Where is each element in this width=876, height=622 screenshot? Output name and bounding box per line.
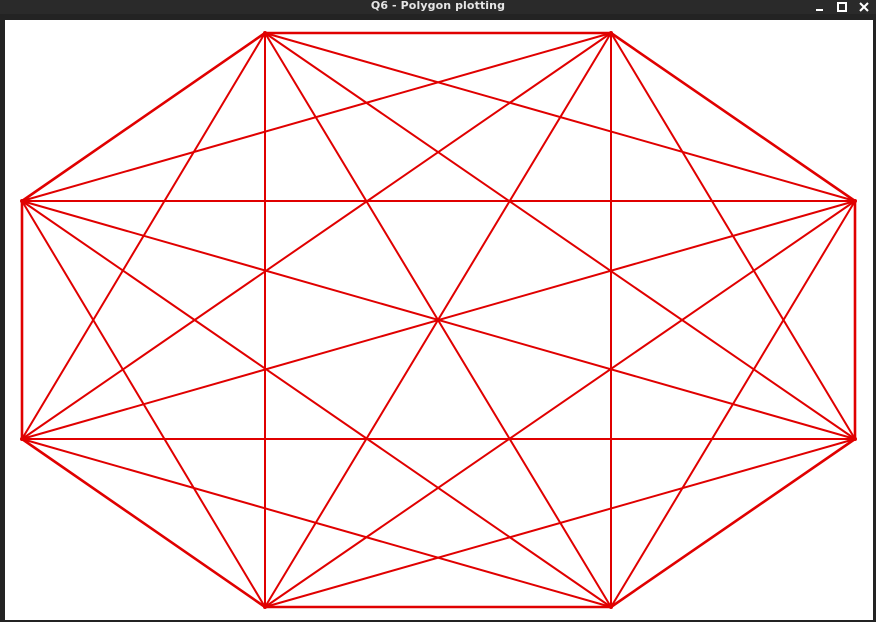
polygon-vertex-6 <box>20 437 24 441</box>
window-controls <box>814 0 870 14</box>
maximize-icon[interactable] <box>836 1 848 13</box>
window-title: Q6 - Polygon plotting <box>370 0 506 12</box>
polygon-edge-0-7 <box>20 31 267 203</box>
polygon-plot <box>20 31 857 609</box>
polygon-edge-1-6 <box>21 32 612 440</box>
polygon-vertex-1 <box>609 31 613 35</box>
app-window: Q6 - Polygon plotting <box>0 0 876 622</box>
polygon-vertex-0 <box>263 31 267 35</box>
polygon-edge-1-2 <box>609 31 857 203</box>
polygon-edge-3-4 <box>609 437 857 609</box>
polygon-edge-1-7 <box>21 32 612 202</box>
polygon-edge-0-3 <box>264 32 856 440</box>
polygon-vertex-2 <box>853 199 857 203</box>
close-icon[interactable] <box>858 1 870 13</box>
polygon-vertex-4 <box>609 605 613 609</box>
polygon-edge-4-7 <box>21 200 612 608</box>
polygon-vertex-5 <box>263 605 267 609</box>
polygon-edge-5-7 <box>21 200 266 608</box>
polygon-edge-3-5 <box>264 438 856 608</box>
polygon-edge-5-6 <box>20 437 267 609</box>
polygon-vertex-3 <box>853 437 857 441</box>
title-bar[interactable]: Q6 - Polygon plotting <box>0 0 876 14</box>
polygon-vertex-7 <box>20 199 24 203</box>
plot-canvas[interactable] <box>5 20 873 620</box>
polygon-edge-2-5 <box>264 200 856 608</box>
polygon-edge-4-6 <box>21 438 612 608</box>
minimize-icon[interactable] <box>814 1 826 13</box>
